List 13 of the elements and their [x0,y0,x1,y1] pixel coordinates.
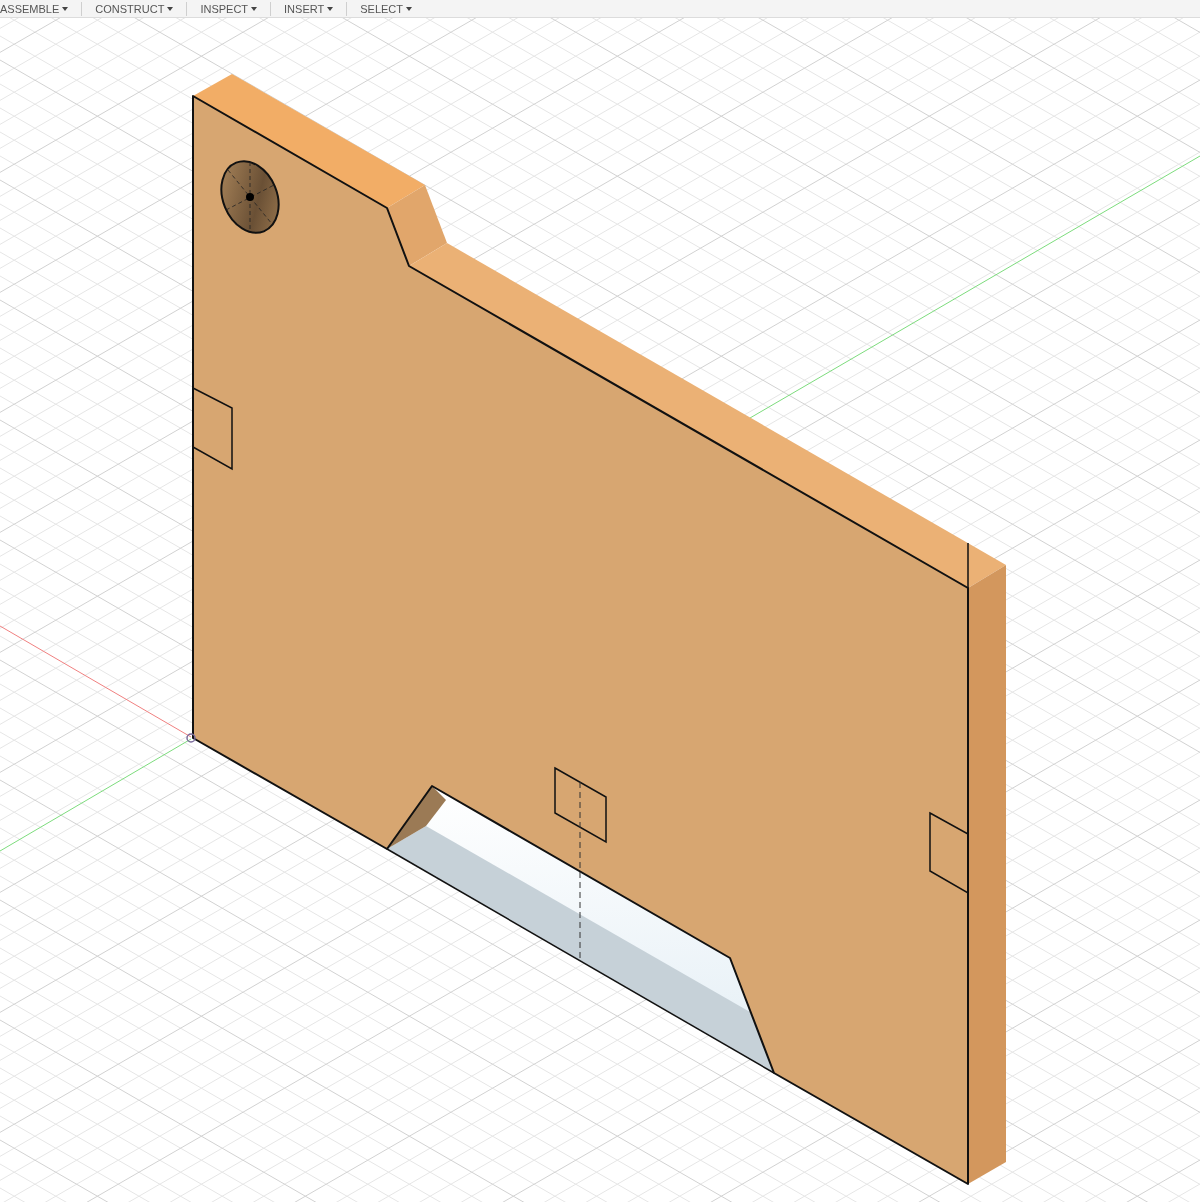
origin-icon [186,733,196,743]
menu-button[interactable]: INSERT [271,0,347,17]
caret-icon [167,6,174,11]
menu-button[interactable]: CONSTRUCT [82,0,187,17]
model-viewport[interactable] [0,18,1200,1202]
caret-icon [251,6,258,11]
caret-icon [327,6,334,11]
menu-button[interactable]: SELECT [347,0,425,17]
part-drawing[interactable] [192,74,1006,1185]
menu-button[interactable]: ASSEMBLE [0,0,82,17]
caret-icon [62,6,69,11]
caret-icon [406,6,412,11]
menu-button[interactable]: INSPECT [187,0,271,17]
